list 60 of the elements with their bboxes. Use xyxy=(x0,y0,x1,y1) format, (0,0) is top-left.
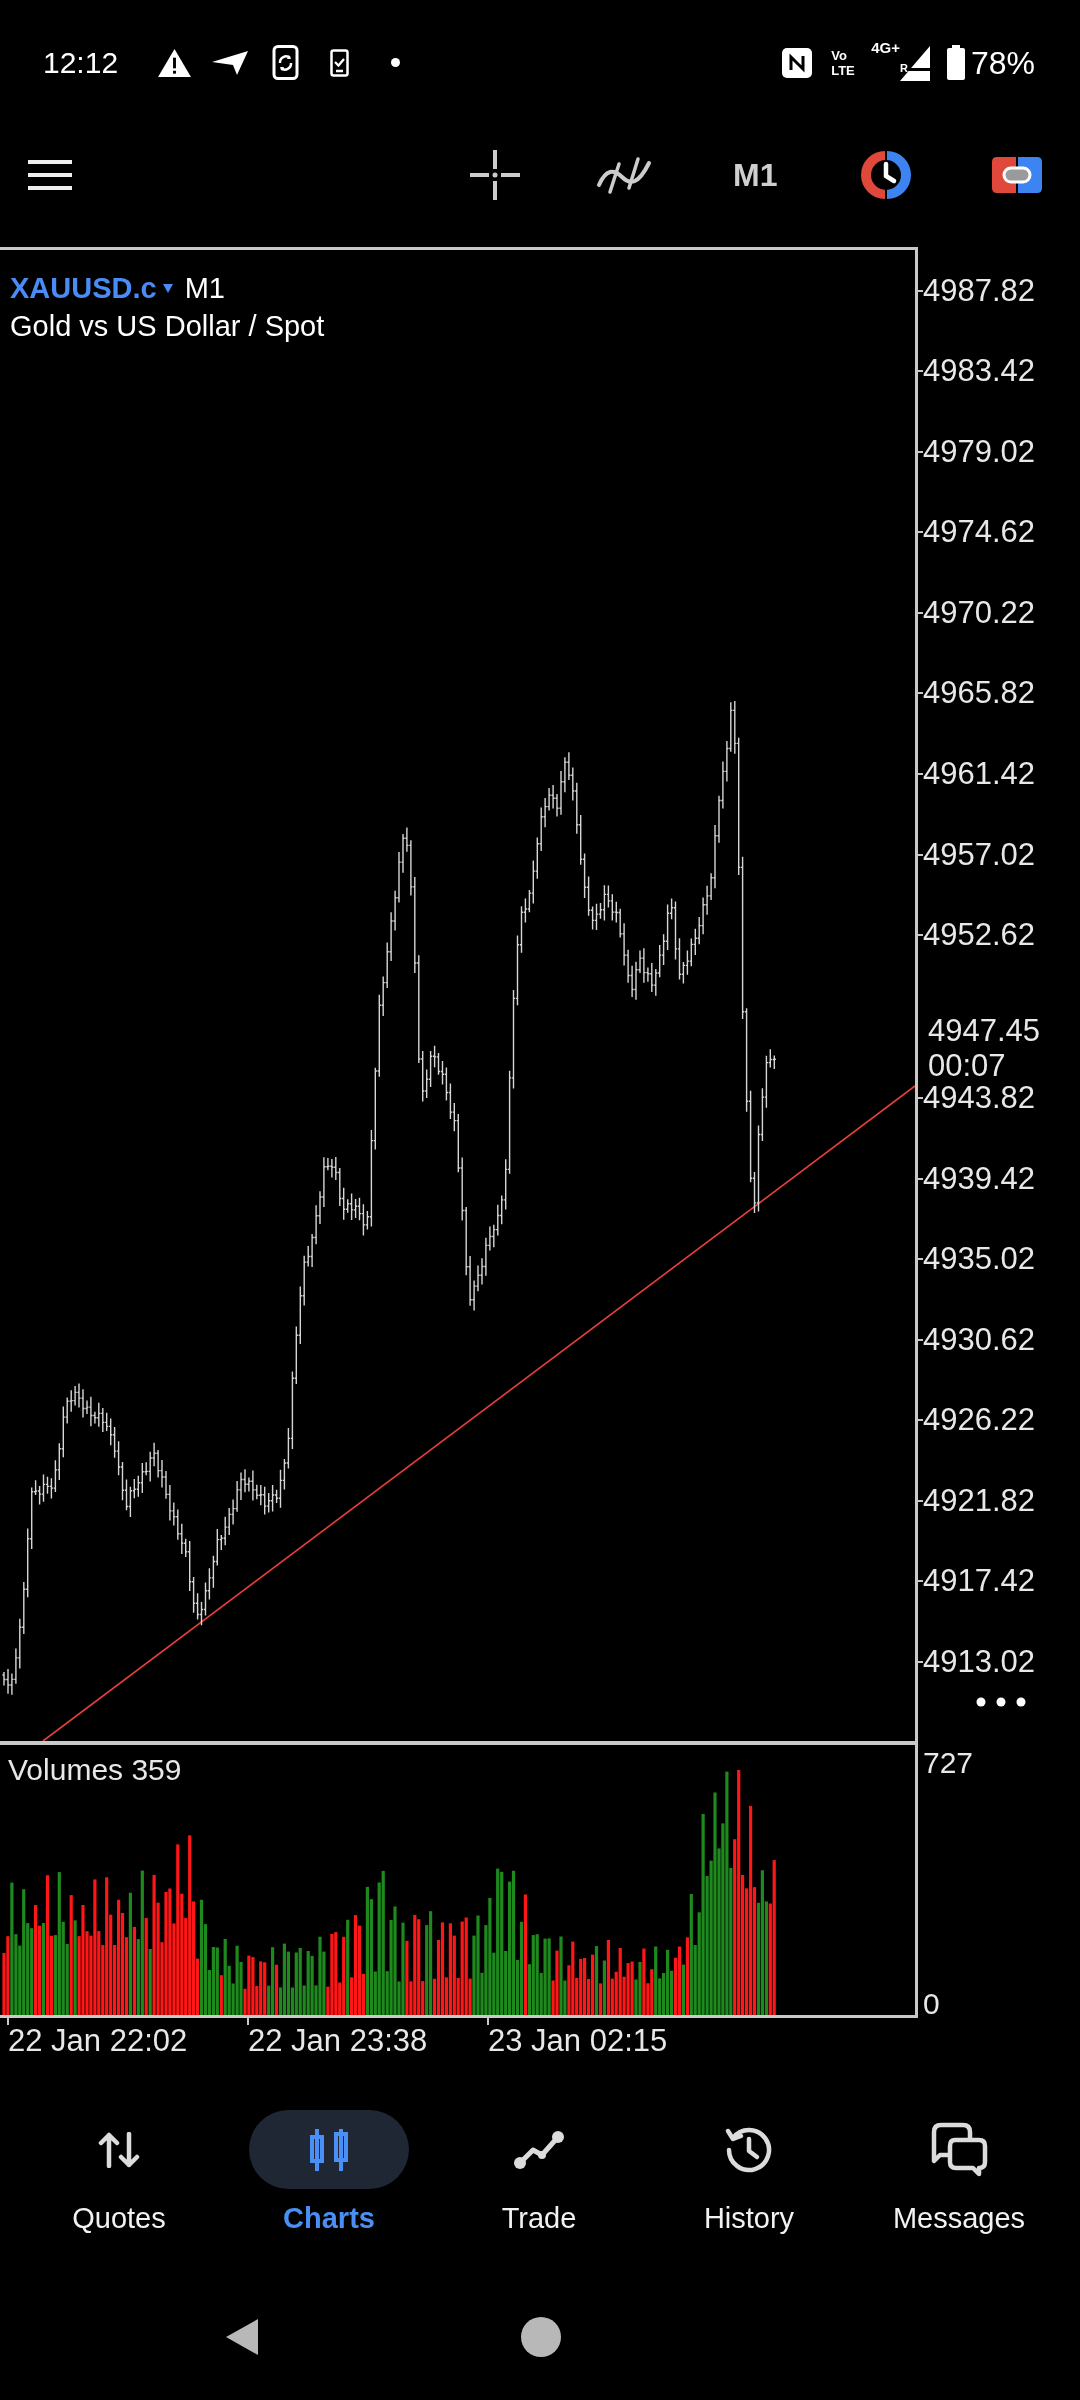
home-icon[interactable] xyxy=(521,2317,561,2357)
price-scale-label: 4965.82 xyxy=(923,677,1036,710)
price-scale-label: 4930.62 xyxy=(923,1323,1036,1356)
price-scale-label: 4939.42 xyxy=(923,1162,1036,1195)
nfc-icon xyxy=(782,47,813,78)
price-scale-label: 4983.42 xyxy=(923,355,1036,388)
more-options-icon[interactable] xyxy=(976,1696,1026,1707)
candlestick-icon xyxy=(309,2126,349,2173)
indicator-wave-icon[interactable] xyxy=(596,155,652,195)
line-chart-icon xyxy=(513,2129,565,2170)
price-scale-label: 4917.42 xyxy=(923,1565,1036,1598)
battery-icon xyxy=(946,45,965,80)
nav-tab[interactable]: Trade xyxy=(434,2110,644,2235)
signal-icon xyxy=(899,46,930,81)
volume-indicator-label: Volumes 359 xyxy=(8,1754,182,1786)
crosshair-icon[interactable] xyxy=(470,150,520,200)
battery-percent: 78% xyxy=(970,44,1035,81)
price-scale-label: 4970.22 xyxy=(923,596,1036,629)
volte-indicator: Vo LTE xyxy=(831,47,856,78)
volume-scale-label: 727 xyxy=(923,1749,974,1777)
price-scale-label: 4987.82 xyxy=(923,274,1036,307)
back-icon[interactable] xyxy=(225,2318,259,2356)
price-scale-label: 4943.82 xyxy=(923,1082,1036,1115)
network-type: 4G+ xyxy=(871,40,900,56)
price-scale-label: 4913.02 xyxy=(923,1645,1036,1678)
price-scale-label: 4961.42 xyxy=(923,757,1036,790)
time-scale-label: 22 Jan 23:38 xyxy=(248,2025,428,2057)
phone-sync-icon xyxy=(272,45,300,80)
roaming-indicator: R xyxy=(899,62,908,74)
menu-icon[interactable] xyxy=(28,160,72,190)
symbol-description: Gold vs US Dollar / Spot xyxy=(10,309,325,344)
warning-icon xyxy=(157,47,193,78)
phone-check-icon xyxy=(330,48,350,77)
price-scale-label: 4935.02 xyxy=(923,1243,1036,1276)
price-scale-label: 4926.22 xyxy=(923,1404,1036,1437)
nav-tab[interactable]: Messages xyxy=(854,2110,1064,2235)
nav-tab[interactable]: Quotes xyxy=(14,2110,224,2235)
toggle-icon[interactable] xyxy=(992,157,1043,193)
nav-tab[interactable]: Charts xyxy=(224,2110,434,2235)
notification-dot-icon xyxy=(391,58,401,67)
clock-icon[interactable] xyxy=(861,150,912,200)
current-price-label: 4947.45 xyxy=(928,1014,1041,1047)
time-scale-label: 23 Jan 02:15 xyxy=(488,2025,668,2057)
status-time: 12:12 xyxy=(43,44,119,81)
volume-scale-label: 0 xyxy=(923,1990,940,2018)
send-icon xyxy=(211,49,250,76)
price-scale-label: 4952.62 xyxy=(923,919,1036,952)
dropdown-caret-icon[interactable] xyxy=(162,283,173,293)
price-scale-label: 4979.02 xyxy=(923,435,1036,468)
chart-timeframe: M1 xyxy=(184,271,225,306)
bar-countdown: 00:07 xyxy=(928,1049,1006,1082)
chat-bubbles-icon xyxy=(929,2121,989,2178)
price-scale-label: 4921.82 xyxy=(923,1484,1036,1517)
time-scale-label: 22 Jan 22:02 xyxy=(8,2025,188,2057)
nav-tab[interactable]: History xyxy=(644,2110,854,2235)
symbol-selector[interactable]: XAUUSD.c xyxy=(10,269,157,307)
up-down-arrows-icon xyxy=(98,2131,140,2168)
price-scale-label: 4974.62 xyxy=(923,516,1036,549)
price-scale-label: 4957.02 xyxy=(923,838,1036,871)
timeframe-button[interactable]: M1 xyxy=(733,155,778,195)
